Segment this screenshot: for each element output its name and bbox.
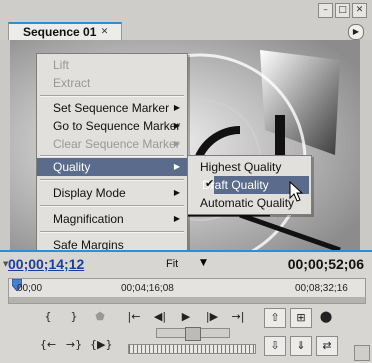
go-to-out-point-icon[interactable]: →} (64, 336, 84, 354)
shuttle-knob[interactable] (185, 327, 201, 341)
ruler-label: 00;04;16;08 (121, 283, 174, 294)
menu-divider (40, 205, 184, 207)
step-back-icon[interactable]: ◀| (150, 308, 170, 326)
menu-item-quality[interactable]: Quality ▶ (37, 158, 187, 176)
menu-divider (40, 179, 184, 181)
chevron-right-icon: ▶ (173, 139, 180, 148)
ruler-label: 00;08;32;16 (295, 283, 348, 294)
menu-divider (40, 95, 184, 97)
export-frame-icon[interactable]: ⇄ (316, 336, 338, 356)
menu-item-highest-quality[interactable]: Highest Quality (188, 158, 311, 176)
menu-item-lift[interactable]: Lift (37, 56, 187, 74)
go-to-in-point-icon[interactable]: {← (38, 336, 58, 354)
chevron-right-icon: ▶ (173, 162, 180, 171)
panel-menu-icon[interactable]: ▶ (348, 24, 364, 40)
checkmark-icon: ✔ (205, 177, 215, 190)
menu-divider (40, 155, 184, 157)
maximize-button[interactable]: □ (335, 3, 350, 18)
jog-control[interactable] (128, 344, 256, 354)
menu-item-display-mode[interactable]: Display Mode ▶ (37, 184, 187, 202)
tab-label: Sequence 01 (23, 25, 97, 39)
output-icon[interactable]: ⬤ (316, 308, 336, 326)
lift-icon[interactable]: ⇧ (264, 308, 286, 328)
menu-divider (40, 231, 184, 233)
step-to-next-edit-icon[interactable]: →| (228, 308, 248, 326)
insert-icon[interactable]: ⇩ (264, 336, 286, 356)
chevron-right-icon: ▶ (173, 103, 180, 112)
tab-close-icon[interactable]: ✕ (99, 27, 110, 38)
close-button[interactable]: ✕ (352, 3, 367, 18)
minimize-button[interactable]: – (318, 3, 333, 18)
ruler-track (9, 297, 365, 303)
set-in-point-icon[interactable]: { (38, 308, 58, 326)
timecode-bar: ▼ 00;00;14;12 Fit ▼ 00;00;52;06 (0, 250, 372, 276)
chevron-right-icon: ▶ (173, 121, 180, 130)
current-timecode[interactable]: 00;00;14;12 (8, 256, 84, 272)
sequence-duration: 00;00;52;06 (287, 256, 364, 272)
menu-item-clear-sequence-marker[interactable]: Clear Sequence Marker ▶ (37, 135, 187, 153)
overlay-icon[interactable]: ⇓ (290, 336, 312, 356)
dropdown-arrow-icon[interactable]: ▼ (200, 258, 207, 268)
menu-item-go-to-sequence-marker[interactable]: Go to Sequence Marker ▶ (37, 117, 187, 135)
step-to-previous-edit-icon[interactable]: |← (124, 308, 144, 326)
chevron-right-icon: ▶ (173, 188, 180, 197)
tab-sequence-01[interactable]: Sequence 01 ✕ (8, 22, 122, 42)
menu-item-magnification[interactable]: Magnification ▶ (37, 210, 187, 228)
step-forward-icon[interactable]: |▶ (202, 308, 222, 326)
trim-icon[interactable]: ⊞ (290, 308, 312, 328)
zoom-select[interactable]: Fit (166, 258, 178, 270)
shuttle-slider[interactable] (156, 327, 230, 341)
time-ruler[interactable]: 00;00 00;04;16;08 00;08;32;16 (8, 278, 366, 304)
set-marker-icon[interactable]: ⬟ (90, 308, 110, 326)
context-menu: Lift Extract Set Sequence Marker ▶ Go to … (36, 53, 188, 259)
set-out-point-icon[interactable]: } (64, 308, 84, 326)
window-title-bar: – □ ✕ (0, 0, 372, 20)
transport-controls: { } ⬟ {← →} {▶} |← ◀| ▶ |▶ →| ⇧ ⊞ ⬤ ⇩ ⇓ … (8, 306, 364, 358)
tab-row: Sequence 01 ✕ (0, 20, 372, 42)
mouse-cursor-icon (289, 181, 303, 202)
play-icon[interactable]: ▶ (176, 308, 196, 326)
menu-item-extract[interactable]: Extract (37, 74, 187, 92)
ruler-label: 00;00 (17, 283, 43, 294)
chevron-right-icon: ▶ (173, 214, 180, 223)
resize-grip-icon[interactable] (354, 345, 370, 361)
play-in-to-out-icon[interactable]: {▶} (90, 336, 112, 354)
menu-item-set-sequence-marker[interactable]: Set Sequence Marker ▶ (37, 99, 187, 117)
